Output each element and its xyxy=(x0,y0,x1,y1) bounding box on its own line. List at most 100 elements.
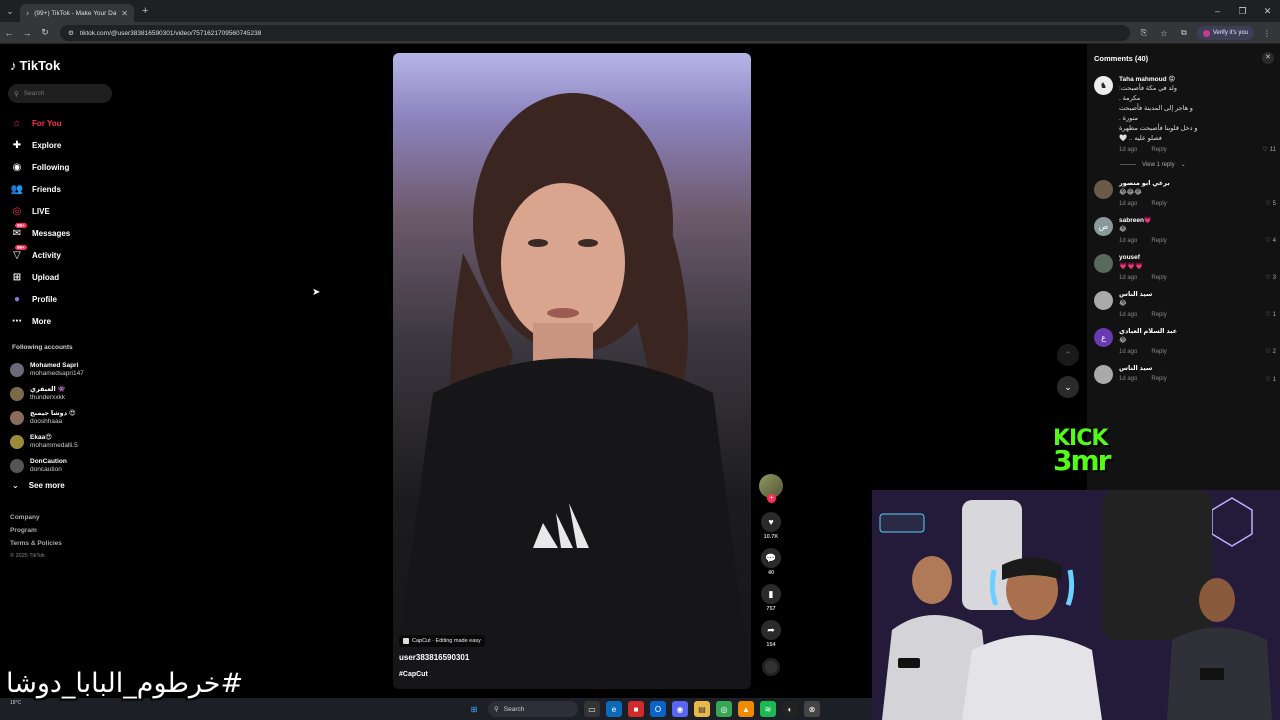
search-box[interactable]: ⚲ xyxy=(8,84,112,103)
forward-icon[interactable]: → xyxy=(18,28,36,38)
menu-kebab-icon[interactable]: ⋮ xyxy=(1260,29,1274,38)
next-video-button[interactable]: ⌄ xyxy=(1057,376,1079,398)
follow-plus-icon[interactable]: + xyxy=(767,494,776,503)
avatar[interactable]: ع xyxy=(1094,328,1113,347)
maximize-icon[interactable]: ❐ xyxy=(1230,0,1255,22)
nav-upload[interactable]: ⊞ Upload xyxy=(10,266,120,288)
comment-user[interactable]: عبد السلام العبادي xyxy=(1119,328,1276,336)
avatar[interactable]: ♞ xyxy=(1094,76,1113,95)
reply-button[interactable]: Reply xyxy=(1151,200,1166,208)
account-item[interactable]: Ekaa😍 mohammedalli.5 xyxy=(10,430,120,454)
share-button[interactable]: ➦ xyxy=(761,620,781,640)
task-view-icon[interactable]: ▭ xyxy=(584,701,600,717)
reply-button[interactable]: Reply xyxy=(1151,237,1166,245)
weather-widget[interactable]: 18°C xyxy=(10,700,21,706)
program-link[interactable]: Program xyxy=(10,527,62,534)
browser-tab[interactable]: ♪ (99+) TikTok - Make Your Day ✕ xyxy=(20,4,134,22)
view-replies-button[interactable]: View 1 reply ⌄ xyxy=(1120,161,1276,168)
account-item[interactable]: دوشا جيمنج 😍 dooshhaaa xyxy=(10,406,120,430)
close-tab-icon[interactable]: ✕ xyxy=(121,9,128,18)
reply-button[interactable]: Reply xyxy=(1151,375,1166,383)
comment-button[interactable]: 💬 xyxy=(761,548,781,568)
reply-button[interactable]: Reply xyxy=(1151,311,1166,319)
url-field[interactable]: ⚙ tiktok.com/@user383816590301/video/757… xyxy=(60,25,1130,41)
account-item[interactable]: DonCaution doncaution xyxy=(10,454,120,478)
comment-like-button[interactable]: ♡ 5 xyxy=(1265,180,1276,208)
folder-icon[interactable]: ▤ xyxy=(694,701,710,717)
comment-like-button[interactable]: ♡ 3 xyxy=(1265,254,1276,282)
spotify-icon[interactable]: ≋ xyxy=(760,701,776,717)
comment-like-button[interactable]: ♡ 1 xyxy=(1265,291,1276,319)
nav-friends[interactable]: 👥 Friends xyxy=(10,178,120,200)
tab-title: (99+) TikTok - Make Your Day xyxy=(34,9,117,17)
app-circle-icon[interactable]: ⊗ xyxy=(804,701,820,717)
edge-icon[interactable]: e xyxy=(606,701,622,717)
tab-list-icon[interactable]: ⌄ xyxy=(0,0,20,22)
outlook-icon[interactable]: O xyxy=(650,701,666,717)
avatar[interactable]: ص xyxy=(1094,217,1113,236)
vlc-icon[interactable]: ▲ xyxy=(738,701,754,717)
reply-button[interactable]: Reply xyxy=(1151,348,1166,356)
comment-like-button[interactable]: ♡ 1 xyxy=(1265,365,1276,384)
site-info-icon[interactable]: ⚙ xyxy=(68,29,74,37)
tiktok-logo[interactable]: ♪ TikTok xyxy=(10,58,60,73)
video-hashtag[interactable]: #CapCut xyxy=(399,671,428,678)
reply-button[interactable]: Reply xyxy=(1151,274,1166,282)
avatar[interactable] xyxy=(1094,180,1113,199)
comment-text: 😂 xyxy=(1119,226,1127,233)
save-button[interactable]: ▮ xyxy=(761,584,781,604)
comment-like-button[interactable]: ♡ 4 xyxy=(1265,217,1276,245)
reload-icon[interactable]: ↻ xyxy=(36,27,54,38)
comment-user[interactable]: yousef xyxy=(1119,254,1276,262)
comment-user[interactable]: سيد الناس xyxy=(1119,291,1276,299)
comment-like-button[interactable]: ♡ 2 xyxy=(1265,328,1276,356)
video-author[interactable]: user383816590301 xyxy=(399,653,469,662)
reply-button[interactable]: Reply xyxy=(1151,146,1166,154)
nav-live[interactable]: ◎ LIVE xyxy=(10,200,120,222)
bookmark-star-icon[interactable]: ☆ xyxy=(1157,29,1171,38)
taskbar-search[interactable]: ⚲ Search xyxy=(488,701,578,717)
avatar[interactable] xyxy=(1094,291,1113,310)
nav-explore[interactable]: ✚ Explore xyxy=(10,134,120,156)
close-comments-icon[interactable]: ✕ xyxy=(1262,52,1274,64)
search-input[interactable] xyxy=(23,90,102,97)
nav-messages[interactable]: ✉ 99+ Messages xyxy=(10,222,120,244)
comment-user[interactable]: سيد الناس xyxy=(1119,365,1276,373)
account-item[interactable]: العبقري 👾 thunderxxkk xyxy=(10,382,120,406)
nav-more[interactable]: ⋯ More xyxy=(10,310,120,332)
account-item[interactable]: Mohamed Sapri mohamedsapri147 xyxy=(10,358,120,382)
see-more-button[interactable]: ⌄ See more xyxy=(12,481,65,490)
new-tab-icon[interactable]: + xyxy=(142,5,148,17)
previous-video-button[interactable]: ⌃ xyxy=(1057,344,1079,366)
heart-outline-icon: ♡ xyxy=(1262,147,1268,153)
like-button[interactable]: ♥ xyxy=(761,512,781,532)
app-dark-icon[interactable]: ◐ xyxy=(782,701,798,717)
author-avatar[interactable]: + xyxy=(759,474,783,503)
install-app-icon[interactable]: ⎘ xyxy=(1137,28,1151,38)
comment-user[interactable]: sabreen💗 xyxy=(1119,217,1276,225)
chrome-icon[interactable]: ◎ xyxy=(716,701,732,717)
nav-profile[interactable]: ● Profile xyxy=(10,288,120,310)
terms-link[interactable]: Terms & Policies xyxy=(10,540,62,547)
discord-icon[interactable]: ◉ xyxy=(672,701,688,717)
minimize-icon[interactable]: – xyxy=(1205,0,1230,22)
comment-like-button[interactable]: ♡ 11 xyxy=(1262,76,1276,154)
company-link[interactable]: Company xyxy=(10,514,62,521)
nav-for-you[interactable]: ⌂ For You xyxy=(10,112,120,134)
close-window-icon[interactable]: ✕ xyxy=(1255,0,1280,22)
verify-button[interactable]: Verify it's you xyxy=(1196,26,1254,40)
video-player[interactable]: CapCut · Editing made easy user383816590… xyxy=(393,53,751,689)
capcut-tag[interactable]: CapCut · Editing made easy xyxy=(399,635,485,647)
comment-user[interactable]: برعي ابو منصور xyxy=(1119,180,1276,188)
avatar[interactable] xyxy=(1094,365,1113,384)
nav-activity[interactable]: ▽ 99+ Activity xyxy=(10,244,120,266)
comment-user[interactable]: Taha mahmoud 😡 xyxy=(1119,76,1276,84)
extensions-icon[interactable]: ⧉ xyxy=(1177,28,1191,38)
app-red-icon[interactable]: ■ xyxy=(628,701,644,717)
windows-start-icon[interactable]: ⊞ xyxy=(466,701,482,717)
nav-following[interactable]: ◉ Following xyxy=(10,156,120,178)
back-icon[interactable]: ← xyxy=(0,28,18,38)
music-disc-icon[interactable] xyxy=(762,658,780,676)
avatar[interactable] xyxy=(1094,254,1113,273)
browser-tabbar: ⌄ ♪ (99+) TikTok - Make Your Day ✕ + – ❐… xyxy=(0,0,1280,22)
